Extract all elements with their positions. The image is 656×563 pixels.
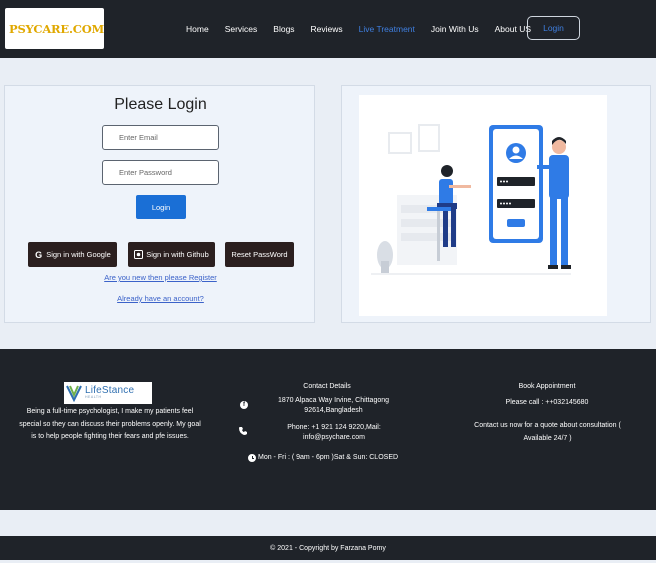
book-appointment-phone: Please call : ++032145680 — [505, 399, 589, 406]
email-field[interactable]: Enter Email — [102, 125, 219, 150]
nav-reviews[interactable]: Reviews — [311, 24, 343, 34]
nav-blogs[interactable]: Blogs — [273, 24, 294, 34]
login-illustration — [359, 95, 607, 316]
google-signin-button[interactable]: G Sign in with Google — [28, 242, 117, 267]
nav-live-treatment[interactable]: Live Treatment — [359, 24, 415, 34]
github-icon — [134, 250, 144, 259]
login-submit-button[interactable]: Login — [136, 195, 186, 219]
already-account-link[interactable]: Already have an account? — [5, 294, 316, 303]
nav-home[interactable]: Home — [186, 24, 209, 34]
nav-services[interactable]: Services — [225, 24, 258, 34]
nav-login-button[interactable]: Login — [527, 16, 580, 40]
login-card: Please Login Enter Email Enter Password … — [4, 85, 315, 323]
footer: LifeStance HEALTH Being a full-time psyc… — [0, 349, 656, 510]
logo-text: PSYCARE.COM — [9, 21, 105, 36]
login-title: Please Login — [114, 96, 207, 113]
contact-title: Contact Details — [303, 383, 351, 390]
copyright-text: © 2021 - Copyright by Farzana Pomy — [270, 544, 386, 552]
contact-address: 1870 Alpaca Way Irvine, Chittagong 92614… — [277, 397, 390, 414]
nav-links: Home Services Blogs Reviews Live Treatme… — [186, 0, 547, 58]
copyright-bar: © 2021 - Copyright by Farzana Pomy — [0, 536, 656, 560]
password-field[interactable]: Enter Password — [102, 160, 219, 185]
reset-password-button[interactable]: Reset PassWord — [225, 242, 294, 267]
illustration-card — [341, 85, 651, 323]
github-signin-label: Sign in with Github — [146, 250, 209, 259]
google-signin-label: Sign in with Google — [46, 250, 111, 259]
lifestance-logo: LifeStance HEALTH — [64, 382, 152, 404]
facebook-icon[interactable]: f — [240, 401, 248, 409]
lifestance-subtitle: HEALTH — [85, 395, 102, 400]
register-link[interactable]: Are you new then please Register — [5, 273, 316, 282]
book-appointment-title: Book Appointment — [518, 383, 576, 390]
book-appointment-note: Contact us now for a quote about consult… — [474, 422, 621, 442]
opening-hours: Mon - Fri : ( 9am - 6pm )Sat & Sun: CLOS… — [258, 454, 399, 461]
psycare-logo[interactable]: PSYCARE.COM — [5, 8, 104, 49]
nav-about-us[interactable]: About US — [495, 24, 531, 34]
google-icon: G — [35, 249, 43, 260]
github-signin-button[interactable]: Sign in with Github — [128, 242, 215, 267]
top-navbar: PSYCARE.COM Home Services Blogs Reviews … — [0, 0, 656, 58]
contact-phone-mail: Phone: +1 921 124 9220,Mail: info@psycha… — [287, 424, 381, 441]
phone-icon — [239, 427, 247, 435]
about-text: Being a full-time psychologist, I make m… — [19, 408, 201, 440]
nav-join-with-us[interactable]: Join With Us — [431, 24, 479, 34]
clock-icon — [248, 454, 256, 462]
lifestance-leaf-icon — [66, 385, 82, 402]
